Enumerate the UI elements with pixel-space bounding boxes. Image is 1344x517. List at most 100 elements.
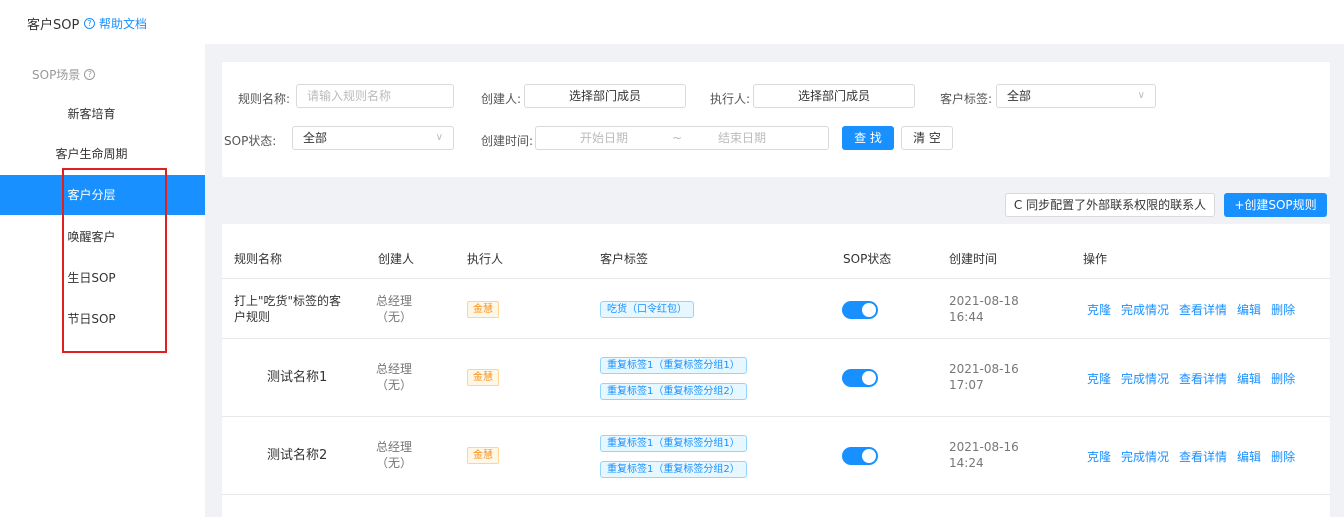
question-circle-icon: ? — [84, 18, 95, 29]
column-header: 执行人 — [467, 252, 504, 266]
page-header: 客户SOP ? 帮助文档 — [0, 0, 1344, 44]
create-time: 14:24 — [949, 456, 984, 470]
creator-dept: （无） — [375, 310, 412, 324]
delete-link[interactable]: 删除 — [1271, 301, 1295, 318]
edit-link[interactable]: 编辑 — [1237, 370, 1261, 387]
creator-label: 创建人: — [481, 92, 522, 106]
rule-name-cell: 打上"吃货"标签的客 户规则 — [234, 293, 341, 325]
rule-name-line: 户规则 — [234, 310, 271, 324]
customer-tag-label: 客户标签: — [940, 92, 993, 106]
rule-name-label: 规则名称: — [238, 92, 291, 106]
completion-link[interactable]: 完成情况 — [1121, 448, 1169, 465]
rule-name-placeholder: 请输入规则名称 — [307, 89, 392, 103]
column-header: 规则名称 — [234, 252, 283, 266]
refresh-icon: C — [1013, 198, 1023, 212]
sync-contacts-button[interactable]: C 同步配置了外部联系权限的联系人 — [1005, 193, 1215, 217]
executor-tag: 金慧 — [467, 301, 499, 318]
sop-rules-table: 规则名称 创建人 执行人 客户标签 SOP状态 创建时间 操作 打上"吃货"标签… — [222, 224, 1330, 517]
column-header: 操作 — [1083, 252, 1108, 266]
chevron-down-icon: ∨ — [1137, 90, 1145, 101]
creator-cell: 总经理 （无） — [374, 361, 414, 393]
delete-link[interactable]: 删除 — [1271, 370, 1295, 387]
view-details-link[interactable]: 查看详情 — [1179, 448, 1227, 465]
question-circle-icon[interactable]: ? — [84, 69, 96, 80]
clone-link[interactable]: 克隆 — [1087, 448, 1111, 465]
row-actions: 克隆 完成情况 查看详情 编辑 删除 — [1087, 301, 1295, 318]
rule-name-cell: 测试名称1 — [267, 370, 328, 385]
sidebar-item-new-customer[interactable]: 新客培育 — [0, 94, 205, 134]
clear-button[interactable]: 清 空 — [901, 126, 953, 150]
sidebar-title-label: SOP场景 — [32, 68, 81, 82]
rule-name-input[interactable]: 请输入规则名称 — [296, 84, 454, 108]
create-date: 2021-08-16 — [949, 440, 1019, 454]
table-header: 规则名称 创建人 执行人 客户标签 SOP状态 创建时间 操作 — [222, 234, 1330, 279]
create-date: 2021-08-18 — [949, 294, 1019, 308]
edit-link[interactable]: 编辑 — [1237, 448, 1261, 465]
creator-name: 总经理 — [375, 440, 412, 454]
sop-status-select[interactable]: 全部 ∨ — [292, 126, 454, 150]
column-header: 创建时间 — [949, 252, 998, 266]
create-time-cell: 2021-08-16 17:07 — [949, 361, 1019, 393]
annotation-highlight-box — [62, 168, 167, 353]
view-details-link[interactable]: 查看详情 — [1179, 370, 1227, 387]
end-date-placeholder: 结束日期 — [718, 131, 767, 145]
customer-tag: 吃货（口令红包） — [600, 301, 694, 318]
executor-label: 执行人: — [710, 92, 751, 106]
filter-panel: 规则名称: 请输入规则名称 创建人: 选择部门成员 执行人: 选择部门成员 客户… — [222, 62, 1330, 177]
column-header: 客户标签 — [600, 252, 649, 266]
start-date-placeholder: 开始日期 — [580, 131, 629, 145]
sidebar-title: SOP场景 ? — [32, 66, 96, 83]
create-sop-rule-button[interactable]: +创建SOP规则 — [1224, 193, 1327, 217]
page-title: 客户SOP — [27, 18, 80, 33]
creator-select[interactable]: 选择部门成员 — [524, 84, 686, 108]
clone-link[interactable]: 克隆 — [1087, 301, 1111, 318]
delete-link[interactable]: 删除 — [1271, 448, 1295, 465]
rule-name-line: 打上"吃货"标签的客 — [234, 294, 342, 308]
creator-dept: （无） — [375, 378, 412, 392]
creator-cell: 总经理 （无） — [374, 439, 414, 471]
view-details-link[interactable]: 查看详情 — [1179, 301, 1227, 318]
create-time-cell: 2021-08-16 14:24 — [949, 439, 1019, 471]
row-actions: 克隆 完成情况 查看详情 编辑 删除 — [1087, 448, 1295, 465]
completion-link[interactable]: 完成情况 — [1121, 301, 1169, 318]
sop-status-toggle[interactable] — [842, 447, 878, 465]
sync-contacts-label: 同步配置了外部联系权限的联系人 — [1026, 198, 1207, 212]
executor-tag: 金慧 — [467, 369, 499, 386]
customer-tag: 重复标签1（重复标签分组2） — [600, 383, 747, 400]
chevron-down-icon: ∨ — [435, 132, 443, 143]
sop-status-toggle[interactable] — [842, 301, 878, 319]
table-row: 打上"吃货"标签的客 户规则 总经理 （无） 金慧 吃货（口令红包） 2021-… — [222, 279, 1330, 339]
date-separator: ~ — [672, 131, 683, 145]
customer-tag-value: 全部 — [1007, 89, 1032, 103]
create-time: 17:07 — [949, 378, 984, 392]
customer-tag: 重复标签1（重复标签分组1） — [600, 357, 747, 374]
table-row: 测试名称1 总经理 （无） 金慧 重复标签1（重复标签分组1） 重复标签1（重复… — [222, 339, 1330, 417]
column-header: 创建人 — [378, 252, 415, 266]
sop-status-toggle[interactable] — [842, 369, 878, 387]
creator-name: 总经理 — [375, 362, 412, 376]
edit-link[interactable]: 编辑 — [1237, 301, 1261, 318]
sop-status-value: 全部 — [303, 131, 328, 145]
column-header: SOP状态 — [843, 252, 892, 266]
search-button[interactable]: 查 找 — [842, 126, 894, 150]
help-docs-link[interactable]: ? 帮助文档 — [84, 15, 147, 32]
create-time-cell: 2021-08-18 16:44 — [949, 293, 1019, 325]
customer-tag-select[interactable]: 全部 ∨ — [996, 84, 1156, 108]
clone-link[interactable]: 克隆 — [1087, 370, 1111, 387]
creator-cell: 总经理 （无） — [374, 293, 414, 325]
date-range-picker[interactable]: 开始日期 ~ 结束日期 — [535, 126, 829, 150]
creator-dept: （无） — [375, 456, 412, 470]
create-time: 16:44 — [949, 310, 984, 324]
executor-tag: 金慧 — [467, 447, 499, 464]
row-actions: 克隆 完成情况 查看详情 编辑 删除 — [1087, 370, 1295, 387]
rule-name-cell: 测试名称2 — [267, 448, 328, 463]
table-row: 测试名称2 总经理 （无） 金慧 重复标签1（重复标签分组1） 重复标签1（重复… — [222, 417, 1330, 495]
create-date: 2021-08-16 — [949, 362, 1019, 376]
create-time-label: 创建时间: — [481, 134, 534, 148]
help-docs-label: 帮助文档 — [99, 17, 148, 31]
customer-tag: 重复标签1（重复标签分组2） — [600, 461, 747, 478]
creator-name: 总经理 — [375, 294, 412, 308]
completion-link[interactable]: 完成情况 — [1121, 370, 1169, 387]
sop-status-label: SOP状态: — [224, 134, 277, 148]
executor-select[interactable]: 选择部门成员 — [753, 84, 915, 108]
